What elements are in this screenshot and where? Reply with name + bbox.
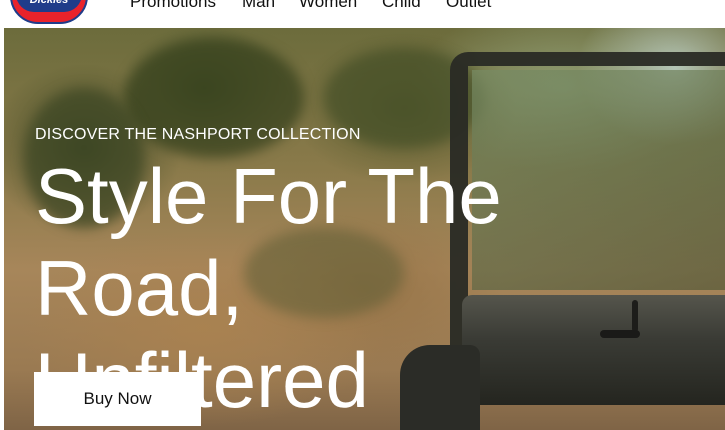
nav-item-promotions[interactable]: Promotions [130,0,216,12]
hero-eyebrow: DISCOVER THE NASHPORT COLLECTION [35,126,361,143]
brand-logo[interactable]: Dickies [10,0,88,24]
nav-item-child[interactable]: Child [382,0,421,12]
nav-item-women[interactable]: Women [299,0,357,12]
top-nav: Dickies Promotions Man Women Child Outle… [0,0,517,28]
nav-item-man[interactable]: Man [242,0,275,12]
brand-logo-text: Dickies [16,0,82,12]
nav-item-outlet[interactable]: Outlet [446,0,491,12]
buy-now-button[interactable]: Buy Now [34,372,201,426]
hero-headline-line1: Style For The Road, [35,152,502,332]
